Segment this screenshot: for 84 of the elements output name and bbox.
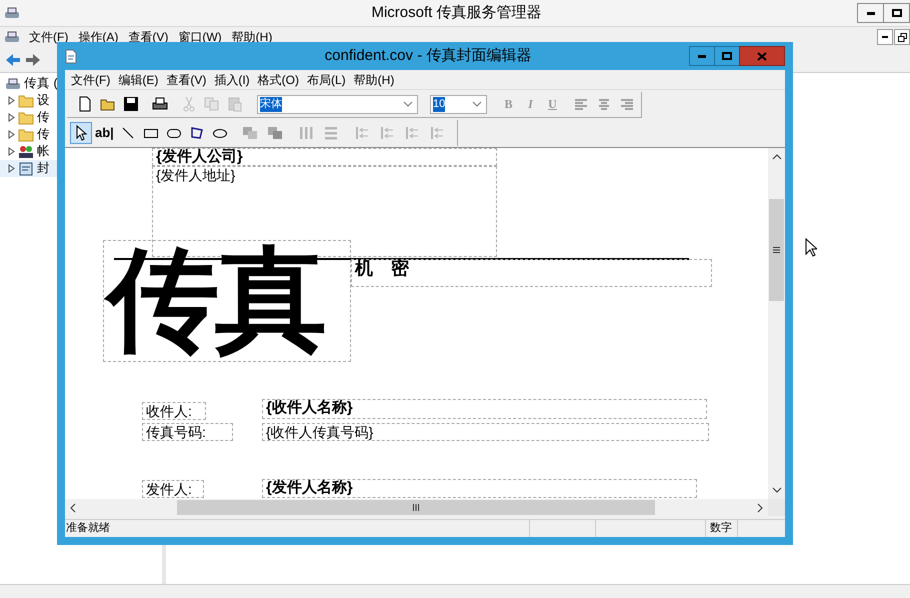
text-field[interactable]: {收件人传真号码}: [262, 423, 709, 441]
minimize-icon: [882, 36, 888, 38]
align-left-icon: [573, 96, 589, 112]
text-field[interactable]: 机 密: [351, 259, 712, 287]
expand-arrow-icon[interactable]: [8, 164, 15, 173]
align-center-icon: [596, 96, 612, 112]
mouse-cursor-icon: [805, 238, 817, 257]
menu-item[interactable]: 插入(I): [210, 70, 254, 88]
folder-icon: [18, 128, 34, 142]
fax-icon: [5, 76, 21, 90]
line-icon: [120, 125, 136, 141]
expand-arrow-icon[interactable]: [8, 147, 15, 156]
window-title: Microsoft 传真服务管理器: [370, 2, 542, 23]
tree-item[interactable]: 设: [37, 91, 50, 110]
grip-icon: [413, 504, 419, 511]
menu-item[interactable]: 布局(L): [302, 70, 350, 88]
close-button[interactable]: [739, 46, 785, 66]
space-across-icon: [298, 125, 314, 141]
align-objects-icon: [354, 125, 370, 141]
space-down-icon: [322, 125, 339, 141]
menu-item[interactable]: 编辑(E): [114, 70, 162, 88]
scrollbar-thumb[interactable]: [769, 199, 784, 301]
text-field[interactable]: {收件人名称}: [262, 399, 707, 419]
restore-icon: [898, 32, 906, 42]
window-title: confident.cov - 传真封面编辑器: [324, 46, 532, 66]
tree-item[interactable]: 传: [37, 125, 50, 144]
tool-button[interactable]: ab|: [93, 122, 116, 144]
font-name-field[interactable]: 宋体: [257, 94, 418, 114]
maximize-icon: [722, 52, 732, 60]
status-text: 数字: [705, 520, 737, 537]
polygon-icon: [188, 125, 205, 141]
align-objects-icon: [404, 125, 420, 141]
menu-item[interactable]: 帮助(H): [350, 70, 398, 88]
minimize-button[interactable]: [689, 46, 715, 66]
forward-arrow-icon[interactable]: [25, 52, 41, 66]
folder-icon: [18, 94, 34, 108]
grip-icon: [773, 247, 780, 253]
tool-button[interactable]: [70, 122, 92, 144]
text-field[interactable]: 传真号码:: [142, 423, 233, 441]
document-icon: [18, 162, 34, 176]
restore-button[interactable]: [894, 29, 910, 45]
text-field[interactable]: 收件人:: [142, 402, 206, 420]
text-field[interactable]: {发件人名称}: [262, 479, 697, 498]
menu-item[interactable]: 格式(O): [254, 70, 303, 88]
folder-icon: [18, 110, 34, 124]
font-size-field[interactable]: 10: [430, 94, 487, 114]
maximize-icon: [892, 9, 902, 17]
fax-icon: [4, 6, 20, 20]
printer-icon: [152, 96, 168, 112]
font-name-value: 宋体: [260, 96, 282, 112]
status-text: 准备就绪: [65, 521, 111, 536]
maximize-button[interactable]: [883, 3, 910, 23]
tree-item[interactable]: 封: [37, 159, 50, 178]
bring-forward-icon: [242, 125, 258, 141]
minimize-icon: [698, 54, 706, 58]
people-icon: [18, 144, 34, 158]
menu-item[interactable]: 查看(V): [162, 70, 210, 88]
minimize-icon: [866, 12, 874, 14]
tree-item[interactable]: 传真 (: [24, 74, 58, 93]
scissors-icon: [181, 96, 197, 112]
minimize-button[interactable]: [877, 29, 893, 45]
send-backward-icon: [266, 125, 283, 141]
new-document-icon: [77, 96, 93, 112]
scrollbar-thumb[interactable]: [177, 500, 655, 515]
minimize-button[interactable]: [857, 3, 884, 23]
document-icon: [65, 48, 77, 64]
text-field[interactable]: 发件人:: [142, 480, 204, 498]
align-objects-icon: [428, 125, 445, 141]
tree-item[interactable]: 传: [37, 108, 50, 127]
fax-icon: [4, 30, 20, 44]
align-objects-icon: [378, 125, 395, 141]
back-arrow-icon[interactable]: [5, 52, 21, 66]
menu-item[interactable]: 文件(F): [24, 28, 74, 46]
copy-icon: [204, 96, 220, 112]
expand-arrow-icon[interactable]: [8, 130, 15, 139]
text-field[interactable]: {发件人公司}: [152, 148, 497, 166]
expand-arrow-icon[interactable]: [8, 96, 15, 105]
tree-item[interactable]: 帐: [37, 142, 50, 161]
align-right-icon: [619, 96, 635, 112]
clipboard-icon: [227, 96, 243, 112]
expand-arrow-icon[interactable]: [8, 113, 15, 122]
menu-item[interactable]: 文件(F): [67, 70, 114, 88]
font-size-value: 10: [433, 96, 446, 112]
close-icon: [757, 52, 767, 60]
